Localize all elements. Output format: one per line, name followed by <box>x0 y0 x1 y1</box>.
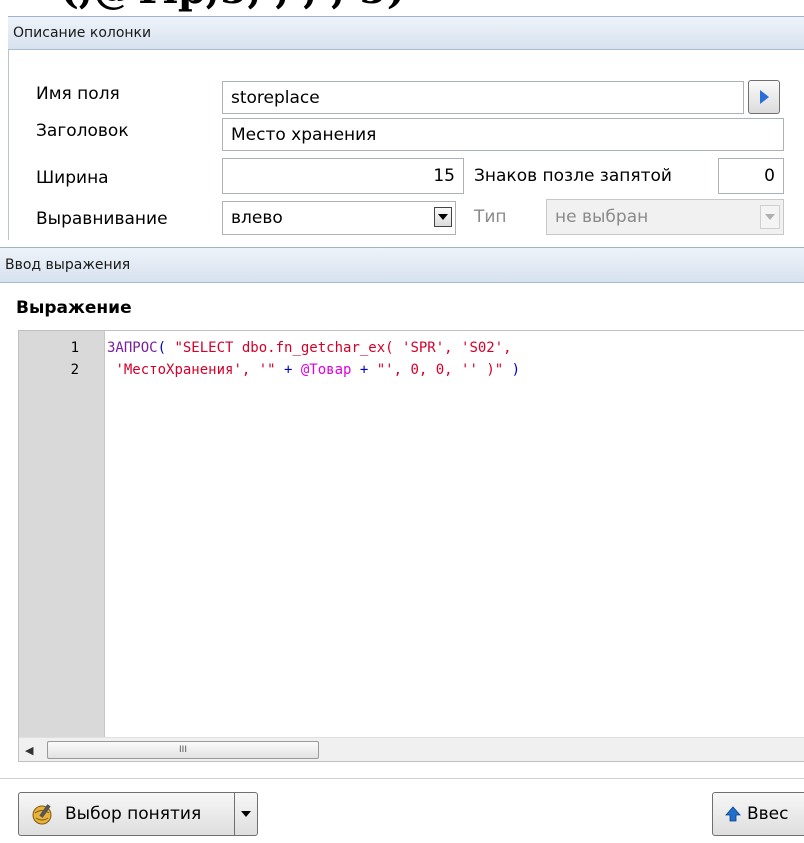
header-input[interactable]: Место хранения <box>222 118 784 151</box>
field-name-input[interactable]: storeplace <box>222 81 744 114</box>
align-select-value: влево <box>231 208 283 228</box>
align-select[interactable]: влево <box>222 201 456 235</box>
horizontal-scrollbar[interactable]: ◀ III <box>19 737 804 761</box>
scroll-left-icon[interactable]: ◀ <box>25 744 33 757</box>
column-panel-title: Описание колонки <box>13 25 152 41</box>
code-line: 'МестоХранения', '" + @Товар + "', 0, 0,… <box>107 359 520 381</box>
code-line: ЗАПРОС( "SELECT dbo.fn_getchar_ex( 'SPR'… <box>107 337 512 359</box>
cut-off-heading: (,@Tip,5, , , , 5) <box>60 0 406 13</box>
expression-panel-title: Ввод выражения <box>5 257 131 273</box>
globe-pencil-icon <box>32 804 52 825</box>
field-select-button[interactable] <box>748 80 780 114</box>
code-string: "SELECT dbo.fn_getchar_ex( 'SPR', 'S02', <box>174 340 512 356</box>
align-dropdown-button[interactable] <box>434 207 452 227</box>
line-number-gutter: 1 2 <box>19 331 105 737</box>
chevron-down-icon <box>765 214 775 220</box>
field-name-label: Имя поля <box>36 84 120 104</box>
code-string: "', 0, 0, '' )" <box>376 362 504 378</box>
expression-panel-header: Ввод выражения <box>0 247 804 283</box>
arrow-right-icon <box>760 90 769 104</box>
type-label: Тип <box>474 207 507 227</box>
type-dropdown-button[interactable] <box>760 205 780 229</box>
chevron-down-icon <box>438 214 448 220</box>
decimals-input[interactable]: 0 <box>718 158 784 194</box>
align-label: Выравнивание <box>36 209 168 229</box>
code-editor[interactable]: 1 2 ЗАПРОС( "SELECT dbo.fn_getchar_ex( '… <box>18 330 804 762</box>
type-select[interactable]: не выбран <box>546 199 784 235</box>
code-operator: ( <box>157 340 175 356</box>
header-label: Заголовок <box>36 121 129 141</box>
decimals-label: Знаков позле запятой <box>474 166 672 186</box>
line-number: 1 <box>70 340 79 356</box>
footer-divider <box>0 778 804 779</box>
arrow-up-icon <box>725 806 741 822</box>
column-panel-header: Описание колонки <box>8 16 804 50</box>
code-keyword: ЗАПРОС <box>107 340 158 356</box>
code-string: 'МестоХранения', '" <box>115 362 285 378</box>
chevron-down-icon <box>241 811 251 817</box>
enter-button-label: Ввес <box>747 804 789 824</box>
scroll-thumb[interactable]: III <box>47 741 319 759</box>
width-label: Ширина <box>36 168 109 188</box>
concept-select-label: Выбор понятия <box>65 804 202 824</box>
width-input[interactable]: 15 <box>222 158 464 194</box>
concept-select-button[interactable]: Выбор понятия <box>18 792 234 836</box>
line-number: 2 <box>70 362 79 378</box>
type-select-value: не выбран <box>555 207 649 227</box>
code-operator: + <box>284 362 301 378</box>
code-operator: ) <box>503 362 521 378</box>
concept-dropdown-button[interactable] <box>234 792 258 836</box>
code-operator: + <box>351 362 377 378</box>
code-variable: @Товар <box>300 362 352 378</box>
expression-label: Выражение <box>16 298 132 318</box>
enter-button[interactable]: Ввес <box>712 792 804 836</box>
